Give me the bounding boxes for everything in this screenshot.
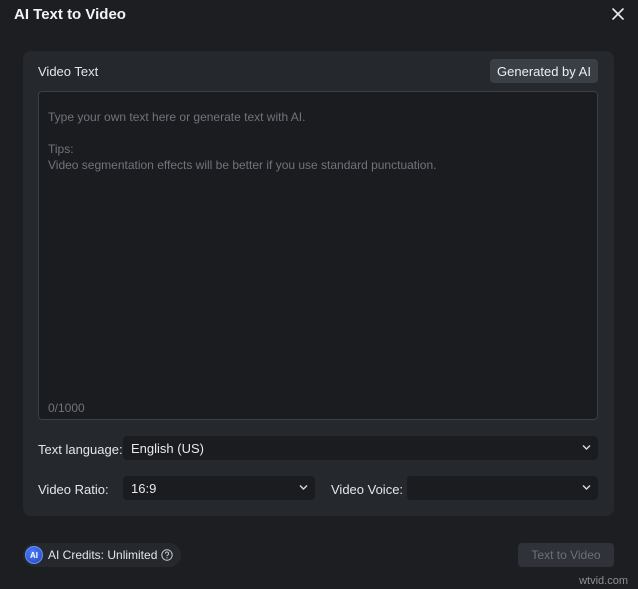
text-language-value: English (US) bbox=[131, 440, 204, 456]
ai-credits: AI AI Credits: Unlimited bbox=[23, 543, 181, 567]
watermark: wtvid.com bbox=[579, 575, 628, 587]
video-text-placeholder: Type your own text here or generate text… bbox=[48, 110, 306, 124]
settings-panel: Video Text Generated by AI Type your own… bbox=[23, 51, 614, 516]
tips-title: Tips: bbox=[48, 142, 74, 156]
text-language-select[interactable]: English (US) bbox=[123, 436, 598, 460]
tips-text: Video segmentation effects will be bette… bbox=[48, 158, 437, 172]
chevron-down-icon bbox=[582, 444, 591, 451]
video-ratio-label: Video Ratio: bbox=[38, 482, 109, 497]
ai-credits-text: AI Credits: Unlimited bbox=[48, 548, 158, 562]
chevron-down-icon bbox=[299, 484, 308, 491]
video-text-label: Video Text bbox=[38, 64, 99, 79]
help-icon[interactable] bbox=[161, 549, 174, 561]
video-voice-label: Video Voice: bbox=[331, 482, 404, 497]
chevron-down-icon bbox=[582, 484, 591, 491]
text-to-video-button[interactable]: Text to Video bbox=[518, 543, 614, 567]
close-icon[interactable] bbox=[611, 7, 625, 21]
video-voice-select[interactable] bbox=[407, 476, 598, 500]
video-ratio-value: 16:9 bbox=[131, 480, 157, 496]
video-text-input[interactable]: Type your own text here or generate text… bbox=[38, 91, 598, 420]
ai-credits-icon: AI bbox=[25, 546, 43, 564]
video-ratio-select[interactable]: 16:9 bbox=[123, 476, 315, 500]
window-title: AI Text to Video bbox=[14, 6, 126, 23]
generated-by-ai-button[interactable]: Generated by AI bbox=[490, 59, 598, 83]
text-language-label: Text language: bbox=[38, 442, 123, 457]
character-counter: 0/1000 bbox=[48, 401, 85, 415]
